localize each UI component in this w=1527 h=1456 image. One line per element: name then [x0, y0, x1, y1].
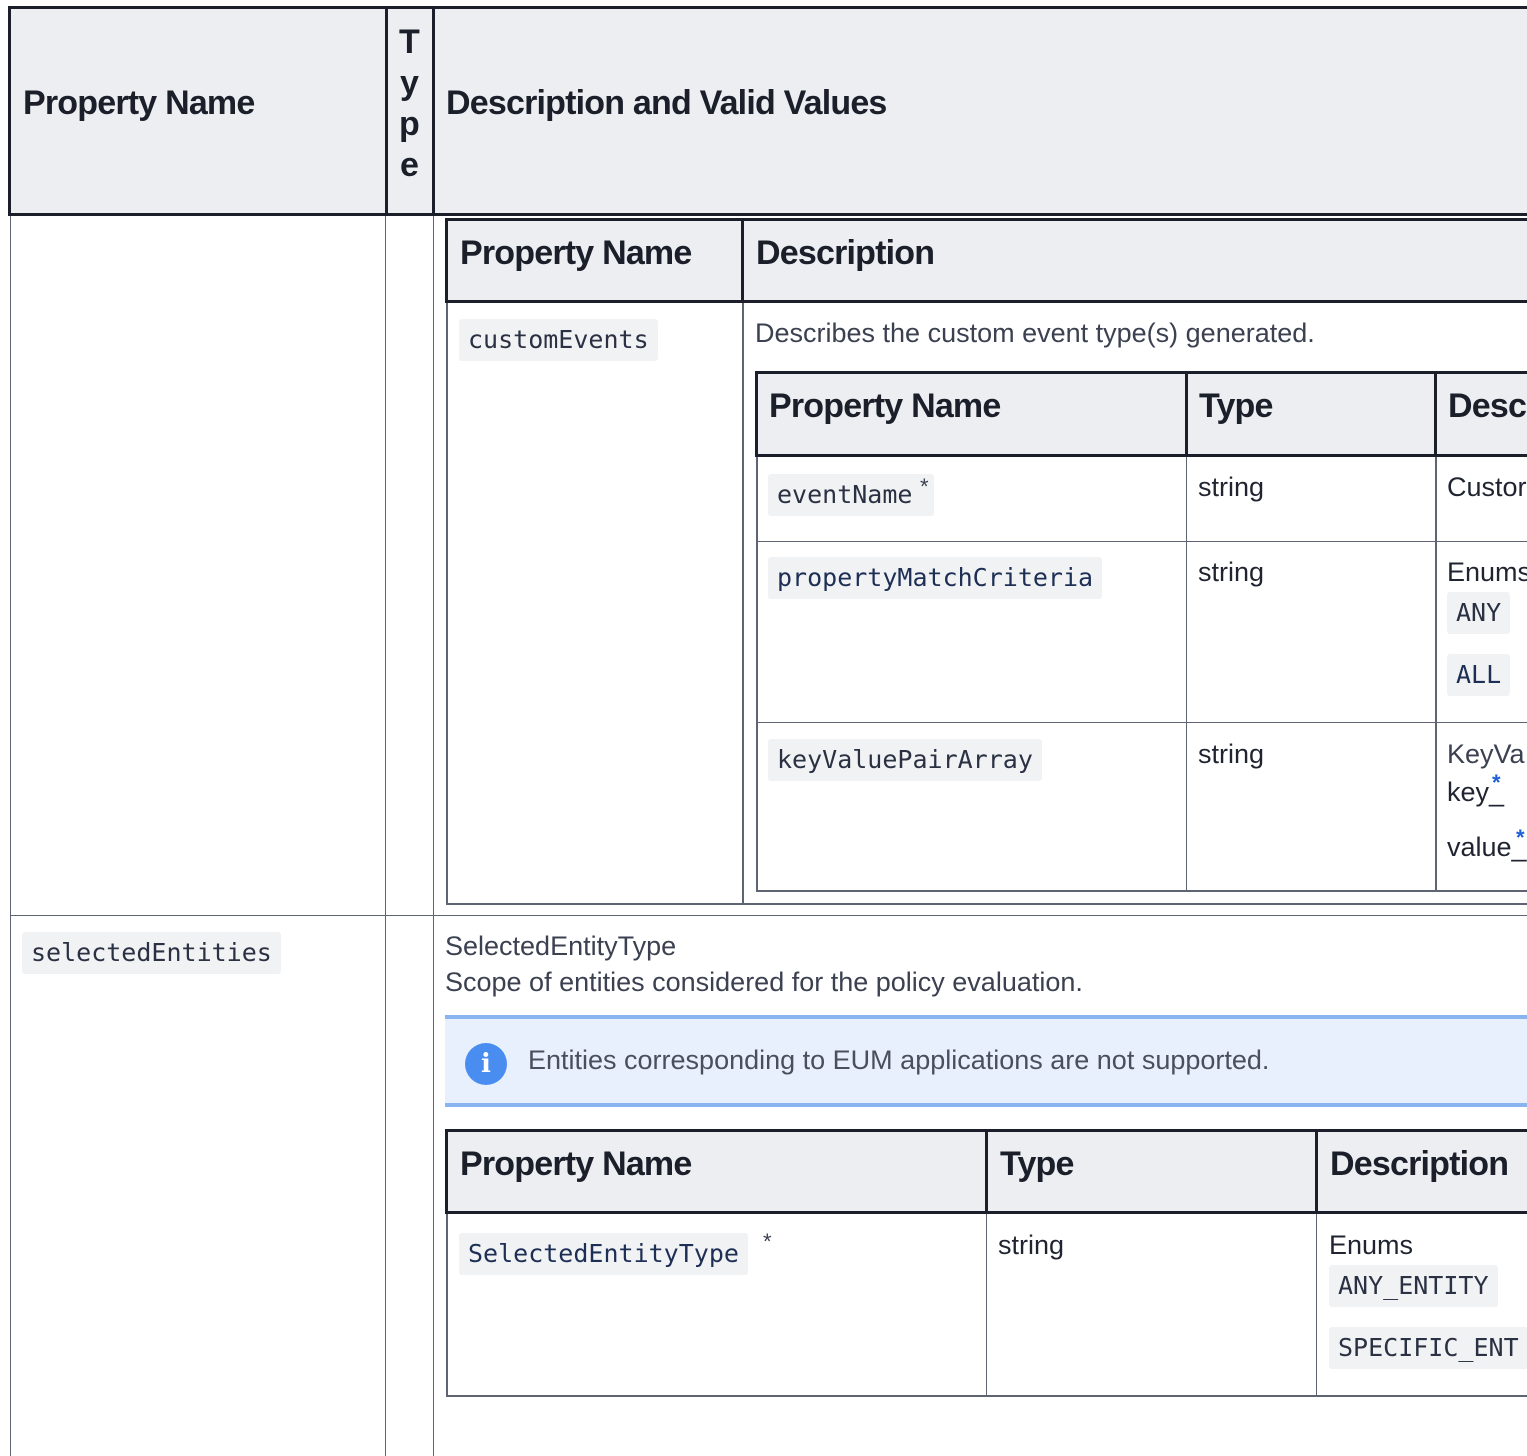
nested2-header-property-name: Property Name [769, 387, 1001, 425]
header-type-letter: y [399, 64, 419, 102]
property-match-criteria-description: Enums [1447, 557, 1527, 587]
property-match-criteria-code: propertyMatchCriteria [768, 557, 1103, 599]
event-name-description: Custor [1447, 472, 1527, 502]
info-icon: i [465, 1043, 507, 1085]
divider [446, 903, 1527, 905]
divider [1434, 371, 1437, 457]
key-value-pair-array-description: KeyVa [1447, 739, 1525, 769]
divider [432, 6, 435, 216]
divider [8, 213, 1527, 216]
divider [446, 1214, 448, 1396]
nested3-header-description: Description [1330, 1145, 1509, 1183]
header-property-name: Property Name [23, 84, 255, 122]
divider [385, 216, 386, 1456]
divider [756, 890, 1527, 892]
divider [446, 303, 448, 903]
divider [445, 218, 1527, 221]
divider [8, 6, 11, 216]
property-match-criteria-type: string [1198, 557, 1265, 587]
header-type-letter: p [399, 105, 420, 143]
enum-all: ALL [1447, 654, 1511, 696]
required-star: * [920, 474, 929, 499]
divider [1315, 1129, 1318, 1214]
key-value-pair-array-type: string [1198, 739, 1265, 769]
nested2-header-type: Type [1199, 387, 1273, 425]
selected-entity-type-description: Enums [1329, 1230, 1414, 1260]
divider [10, 216, 11, 1456]
divider [433, 216, 434, 1456]
nested1-header-property-name: Property Name [460, 234, 692, 272]
divider [445, 218, 448, 303]
divider [446, 1395, 1527, 1397]
enum-any: ANY [1447, 592, 1511, 634]
nested2-header-description: Desc [1448, 387, 1527, 425]
selected-entity-type-code: SelectedEntityType [459, 1233, 748, 1275]
nested3-header-property-name: Property Name [460, 1145, 692, 1183]
nested3-header-type: Type [1000, 1145, 1074, 1183]
divider [986, 1214, 987, 1396]
divider [755, 371, 758, 457]
divider [10, 915, 1527, 916]
info-callout-text: Entities corresponding to EUM applicatio… [528, 1045, 1270, 1075]
custom-events-code: customEvents [459, 319, 658, 361]
scope-description: Scope of entities considered for the pol… [445, 967, 1083, 997]
custom-events-description: Describes the custom event type(s) gener… [755, 318, 1315, 348]
divider [445, 300, 1527, 303]
key-required-star: * [1492, 770, 1501, 795]
enum-specific-entity: SPECIFIC_ENT [1329, 1327, 1527, 1369]
required-star: * [763, 1229, 772, 1254]
enum-any-entity: ANY_ENTITY [1329, 1265, 1498, 1307]
header-description: Description and Valid Values [446, 84, 887, 122]
divider [1316, 1214, 1317, 1396]
divider [1186, 457, 1187, 891]
divider [756, 541, 1527, 542]
divider [755, 371, 1527, 374]
key-value-pair-array-code: keyValuePairArray [768, 739, 1042, 781]
info-callout: i Entities corresponding to EUM applicat… [445, 1015, 1527, 1107]
selected-entity-type-type: string [998, 1230, 1065, 1260]
divider [985, 1129, 988, 1214]
nested1-header-description: Description [756, 234, 935, 272]
header-type-letter: e [399, 146, 419, 184]
divider [756, 722, 1527, 723]
header-type-letter: T [399, 23, 420, 61]
event-name-type: string [1198, 472, 1265, 502]
divider [756, 457, 758, 891]
header-type: Type [394, 22, 424, 186]
divider [741, 218, 744, 303]
divider [8, 6, 1527, 9]
divider [755, 454, 1527, 457]
divider [742, 303, 744, 903]
selected-entities-code: selectedEntities [22, 932, 281, 974]
divider [385, 6, 388, 216]
value-required-star: * [1516, 825, 1525, 850]
value-label: value_ [1447, 832, 1527, 862]
divider [1435, 457, 1437, 891]
event-name-code: eventName [768, 474, 935, 516]
divider [1185, 371, 1188, 457]
selected-entity-type-title: SelectedEntityType [445, 931, 677, 961]
divider [445, 1129, 448, 1214]
